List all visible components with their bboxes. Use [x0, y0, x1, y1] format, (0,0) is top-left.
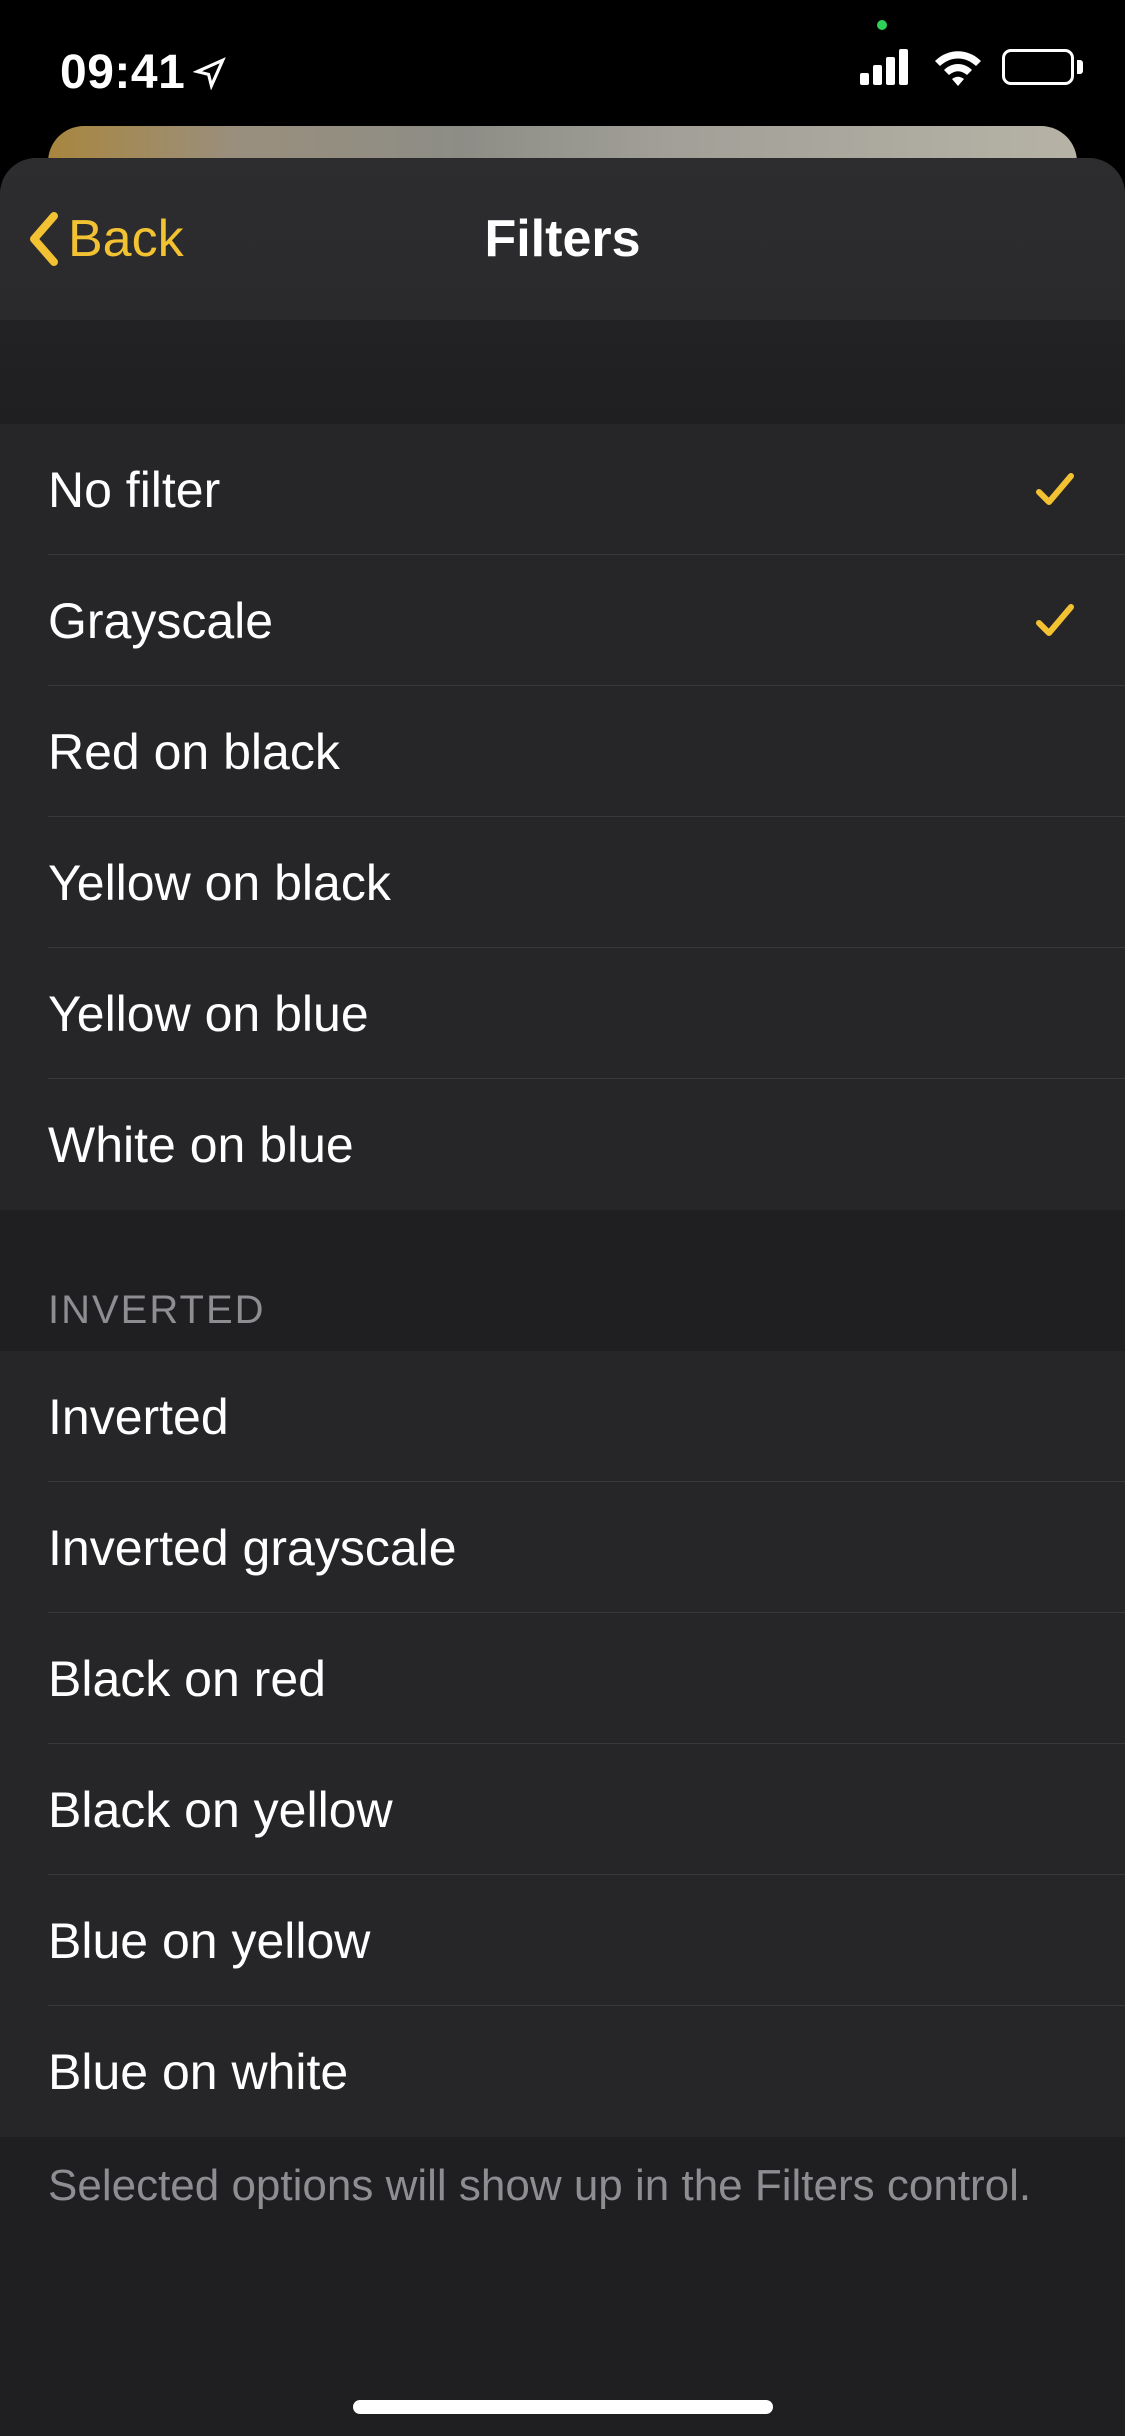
row-label: Blue on yellow	[48, 1912, 1077, 1970]
checkmark-icon	[1033, 468, 1077, 512]
filter-row-black-on-red[interactable]: Black on red	[0, 1613, 1125, 1744]
filters-section: No filter Grayscale Red on black Yellow …	[0, 424, 1125, 1210]
filter-row-inverted[interactable]: Inverted	[0, 1351, 1125, 1482]
row-label: Grayscale	[48, 592, 1033, 650]
content-scroll[interactable]: No filter Grayscale Red on black Yellow …	[0, 320, 1125, 2436]
filter-row-blue-on-white[interactable]: Blue on white	[0, 2006, 1125, 2137]
settings-sheet: Back Filters No filter Grayscale Red on …	[0, 158, 1125, 2436]
section-gap	[0, 1210, 1125, 1288]
nav-bar: Back Filters	[0, 158, 1125, 320]
battery-icon	[1002, 49, 1083, 85]
status-bar: 09:41	[0, 0, 1125, 132]
wifi-icon	[932, 48, 984, 86]
filter-row-blue-on-yellow[interactable]: Blue on yellow	[0, 1875, 1125, 2006]
filter-row-inverted-grayscale[interactable]: Inverted grayscale	[0, 1482, 1125, 1613]
back-label: Back	[68, 209, 184, 269]
filter-row-black-on-yellow[interactable]: Black on yellow	[0, 1744, 1125, 1875]
row-label: No filter	[48, 461, 1033, 519]
back-button[interactable]: Back	[24, 158, 184, 320]
row-label: Blue on white	[48, 2043, 1077, 2101]
row-label: Black on yellow	[48, 1781, 1077, 1839]
status-right	[860, 48, 1083, 86]
privacy-indicator-dot	[877, 20, 887, 30]
inverted-section: Inverted Inverted grayscale Black on red…	[0, 1351, 1125, 2137]
row-label: Black on red	[48, 1650, 1077, 1708]
filter-row-no-filter[interactable]: No filter	[0, 424, 1125, 555]
location-icon	[193, 56, 227, 90]
section-gap	[0, 320, 1125, 424]
filter-row-white-on-blue[interactable]: White on blue	[0, 1079, 1125, 1210]
row-label: Inverted	[48, 1388, 1077, 1446]
row-label: Red on black	[48, 723, 1077, 781]
filter-row-grayscale[interactable]: Grayscale	[0, 555, 1125, 686]
chevron-left-icon	[24, 210, 62, 268]
row-label: White on blue	[48, 1116, 1077, 1174]
filter-row-red-on-black[interactable]: Red on black	[0, 686, 1125, 817]
clock-label: 09:41	[60, 45, 185, 100]
section-header-inverted: INVERTED	[0, 1288, 1125, 1351]
cellular-icon	[860, 49, 914, 85]
row-label: Inverted grayscale	[48, 1519, 1077, 1577]
row-label: Yellow on blue	[48, 985, 1077, 1043]
filter-row-yellow-on-black[interactable]: Yellow on black	[0, 817, 1125, 948]
row-label: Yellow on black	[48, 854, 1077, 912]
home-indicator[interactable]	[353, 2400, 773, 2414]
filter-row-yellow-on-blue[interactable]: Yellow on blue	[0, 948, 1125, 1079]
checkmark-icon	[1033, 599, 1077, 643]
status-time: 09:41	[60, 45, 227, 100]
footer-note: Selected options will show up in the Fil…	[0, 2137, 1125, 2235]
